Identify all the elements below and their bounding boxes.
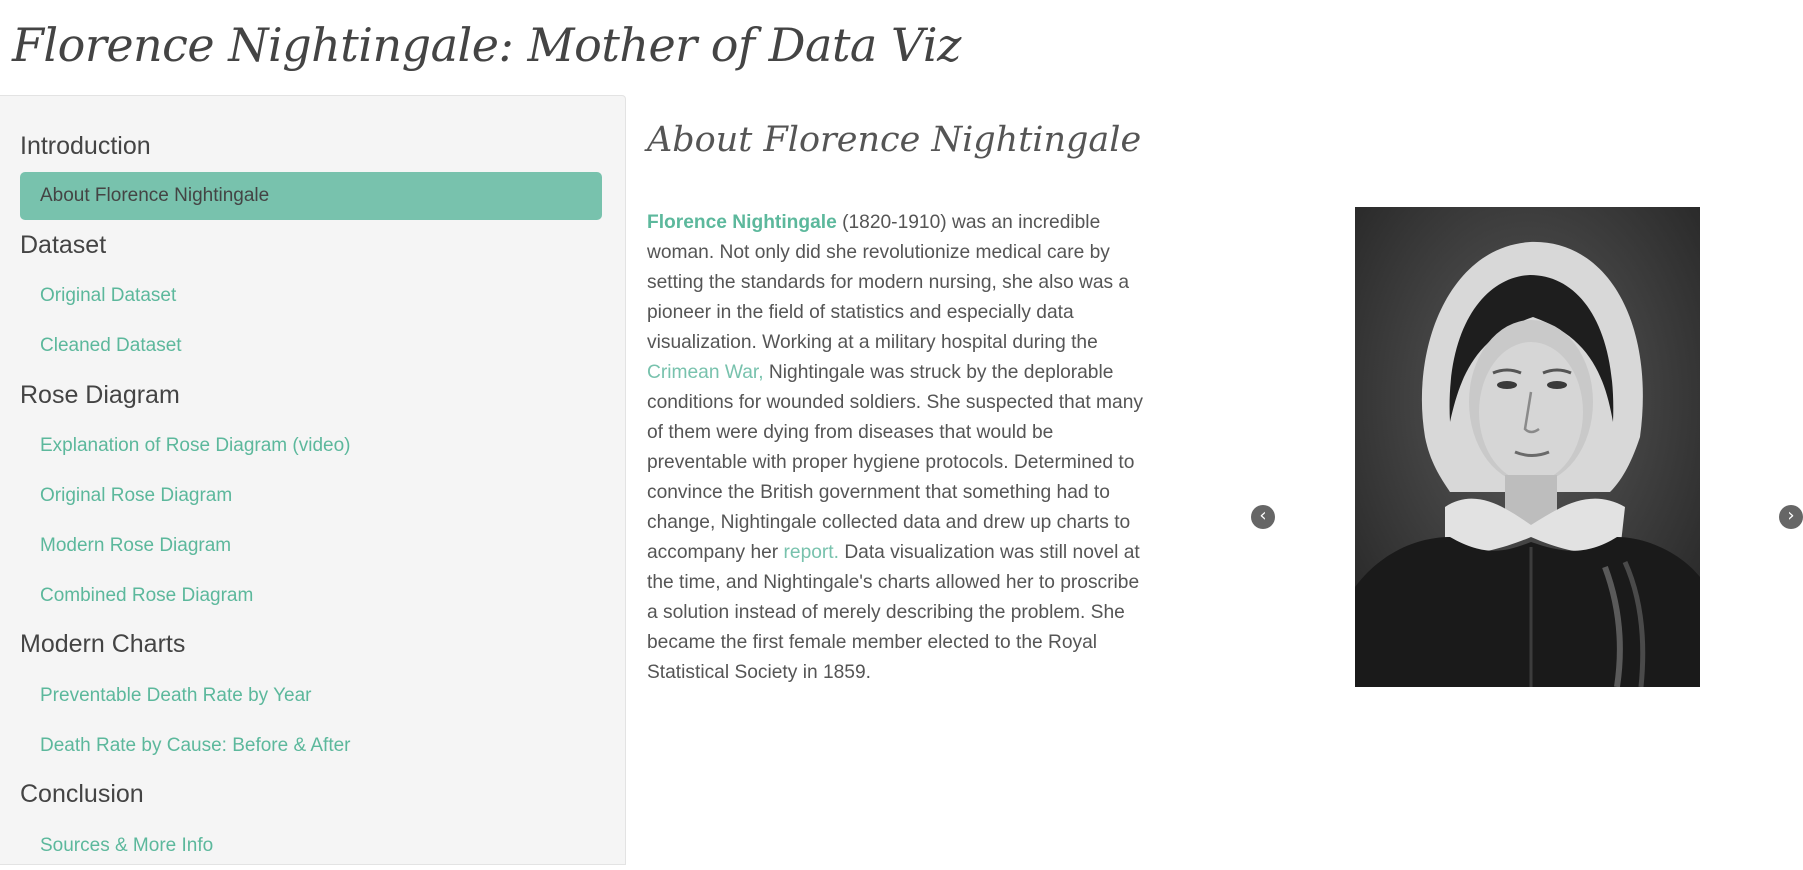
carousel-next-icon[interactable]: › [1779, 505, 1803, 529]
nav-header-rose-diagram: Rose Diagram [20, 381, 180, 409]
nav-header-conclusion: Conclusion [20, 780, 144, 808]
carousel-prev-icon[interactable]: ‹ [1251, 505, 1275, 529]
nav-item-explanation-of-rose-diagram[interactable]: Explanation of Rose Diagram (video) [20, 422, 602, 470]
nav-item-original-dataset[interactable]: Original Dataset [20, 272, 602, 320]
nav-header-introduction: Introduction [20, 132, 151, 160]
sidebar-nav: Introduction About Florence Nightingale … [0, 95, 626, 865]
nav-item-original-rose-diagram[interactable]: Original Rose Diagram [20, 472, 602, 520]
nav-item-death-rate-by-cause[interactable]: Death Rate by Cause: Before & After [20, 722, 602, 770]
portrait-illustration [1355, 207, 1700, 687]
bio-text-3: Data visualization was still novel at th… [647, 542, 1140, 683]
bio-paragraph: Florence Nightingale (1820-1910) was an … [647, 208, 1145, 688]
bio-text-2: Nightingale was struck by the deplorable… [647, 362, 1143, 563]
nav-item-preventable-death-rate[interactable]: Preventable Death Rate by Year [20, 672, 602, 720]
florence-nightingale-link[interactable]: Florence Nightingale [647, 212, 837, 233]
bio-text-1: (1820-1910) was an incredible woman. Not… [647, 212, 1130, 353]
nightingale-portrait [1355, 207, 1700, 687]
nav-header-dataset: Dataset [20, 231, 107, 259]
crimean-war-link[interactable]: Crimean War, [647, 362, 764, 383]
content-title: About Florence Nightingale [647, 120, 1142, 160]
nav-header-modern-charts: Modern Charts [20, 630, 186, 658]
nav-item-modern-rose-diagram[interactable]: Modern Rose Diagram [20, 522, 602, 570]
nav-item-combined-rose-diagram[interactable]: Combined Rose Diagram [20, 572, 602, 620]
report-link[interactable]: report. [784, 542, 839, 563]
app-title: Florence Nightingale: Mother of Data Viz [12, 18, 961, 72]
nav-item-cleaned-dataset[interactable]: Cleaned Dataset [20, 322, 602, 370]
nav-item-about-florence-nightingale[interactable]: About Florence Nightingale [20, 172, 602, 220]
nav-item-sources-more-info[interactable]: Sources & More Info [20, 822, 602, 870]
